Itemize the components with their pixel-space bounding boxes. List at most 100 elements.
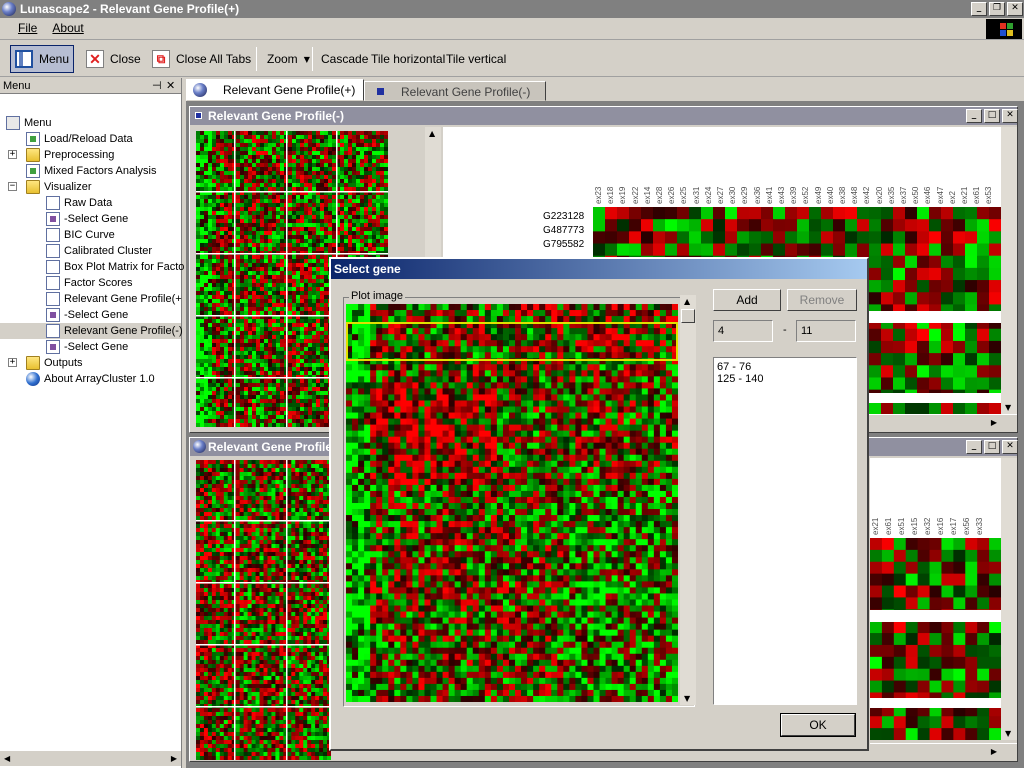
heatmap-cell	[255, 496, 261, 501]
heatmap-cell	[227, 476, 233, 481]
scroll-right-icon[interactable]: ▶	[171, 754, 177, 763]
heatmap-cell	[239, 512, 245, 517]
tree-item[interactable]: Relevant Gene Profile(+	[46, 291, 182, 307]
menu-file[interactable]: File	[12, 18, 43, 38]
heatmap-cell	[304, 407, 309, 412]
mdi-maximize-button[interactable]: □	[984, 109, 1000, 123]
heatmap-cell	[296, 235, 301, 240]
heatmap-cell	[296, 131, 301, 136]
tree-item[interactable]: Menu	[6, 115, 52, 131]
menu-about[interactable]: About	[46, 18, 89, 38]
mdi-minimize-button[interactable]: _	[966, 109, 982, 123]
heatmap-cell	[296, 323, 301, 328]
collapse-icon[interactable]: −	[8, 182, 17, 191]
expand-icon[interactable]: +	[8, 358, 17, 367]
heatmap-cell	[304, 259, 309, 264]
heatmap-cell	[239, 480, 245, 485]
heatmap-cell	[311, 480, 316, 485]
heatmap-cell	[308, 287, 313, 292]
heatmap-cell	[288, 339, 293, 344]
tree-item[interactable]: -Select Gene	[46, 211, 128, 227]
heatmap-cell	[311, 504, 316, 509]
heatmap-cell	[296, 383, 301, 388]
heatmap-cell	[248, 367, 253, 372]
heatmap-cell	[315, 508, 320, 513]
tree-item[interactable]: + Preprocessing	[8, 147, 114, 163]
tree-item[interactable]: Calibrated Cluster	[46, 243, 152, 259]
heatmap-cell	[296, 395, 301, 400]
restore-button[interactable]: ❐	[989, 2, 1005, 16]
mdi-close-button[interactable]: ✕	[1002, 109, 1018, 123]
heatmap-cell	[208, 263, 213, 268]
heatmap-cell	[384, 179, 388, 184]
heatmap-cell	[304, 371, 309, 376]
menu-toggle-button[interactable]: Menu	[10, 45, 74, 73]
heatmap-cell	[332, 211, 337, 216]
tile-vertical-button[interactable]: Tile vertical	[442, 45, 510, 73]
heatmap-cell	[228, 215, 233, 220]
tree-item-label: Outputs	[44, 357, 83, 369]
heatmap-cell	[320, 343, 325, 348]
heatmap-cell	[231, 472, 237, 477]
heatmap-cell	[263, 480, 268, 485]
scroll-down-icon[interactable]: ▼	[1005, 403, 1011, 412]
expand-icon[interactable]: +	[8, 150, 17, 159]
heatmap-cell	[384, 171, 388, 176]
tree-item[interactable]: Load/Reload Data	[26, 131, 133, 147]
tree-item[interactable]: + Outputs	[8, 355, 83, 371]
heatmap-cell	[280, 359, 285, 364]
heatmap-cell	[204, 143, 209, 148]
mdi-minimize-button[interactable]: _	[966, 440, 982, 454]
heatmap-cell	[296, 291, 301, 296]
heatmap-cell	[316, 287, 321, 292]
tab-relevant-gene-profile-minus[interactable]: Relevant Gene Profile(-)	[364, 81, 546, 101]
heatmap-cell	[248, 203, 253, 208]
heatmap-cell	[316, 159, 321, 164]
heatmap-cell	[641, 243, 654, 257]
cascade-button[interactable]: Cascade	[317, 45, 372, 73]
tree-item[interactable]: Box Plot Matrix for Facto	[46, 259, 184, 275]
tree-item[interactable]: -Select Gene	[46, 339, 128, 355]
tree-item[interactable]: Factor Scores	[46, 275, 132, 291]
heatmap-cell	[219, 512, 225, 517]
tree-item[interactable]: BIC Curve	[46, 227, 115, 243]
heatmap-cell	[312, 339, 317, 344]
scroll-right-icon[interactable]: ▶	[991, 418, 997, 427]
pin-icon[interactable]: ⊣	[152, 78, 162, 94]
heatmap-cell	[292, 187, 297, 192]
zoom-dropdown[interactable]: Zoom ▼	[263, 45, 314, 73]
tree-item[interactable]: Raw Data	[46, 195, 112, 211]
heatmap-cell	[200, 327, 205, 332]
heatmap-cell	[965, 207, 978, 220]
tree-horizontal-scrollbar[interactable]: ◀ ▶	[0, 750, 181, 766]
tab-relevant-gene-profile-plus[interactable]: Relevant Gene Profile(+)	[186, 79, 364, 101]
heatmap-cell	[280, 383, 285, 388]
heatmap-cell	[203, 540, 209, 545]
scroll-left-icon[interactable]: ◀	[4, 754, 10, 763]
heatmap-cell	[268, 227, 273, 232]
heatmap-cell	[324, 327, 329, 332]
mdi-maximize-button[interactable]: □	[984, 440, 1000, 454]
top-right-vscroll[interactable]: ▼	[1001, 127, 1017, 414]
heatmap-cell	[316, 135, 321, 140]
tile-horizontal-button[interactable]: Tile horizontal	[367, 45, 449, 73]
heatmap-cell	[295, 484, 300, 489]
folder-icon	[26, 148, 40, 162]
scroll-up-icon[interactable]: ▲	[429, 129, 435, 138]
heatmap-cell	[299, 460, 304, 465]
heatmap-cell	[348, 247, 353, 252]
tree-item[interactable]: − Visualizer	[8, 179, 92, 195]
tree-item[interactable]: Relevant Gene Profile(-)	[0, 323, 183, 339]
heatmap-cell	[312, 343, 317, 348]
close-all-tabs-button[interactable]: ⧉ Close All Tabs	[148, 45, 255, 73]
tree-item[interactable]: About ArrayCluster 1.0	[26, 371, 155, 387]
tree-item[interactable]: -Select Gene	[46, 307, 128, 323]
panel-close-icon[interactable]: ✕	[166, 78, 175, 94]
tree-item[interactable]: Mixed Factors Analysis	[26, 163, 156, 179]
heatmap-cell	[212, 295, 217, 300]
minimize-button[interactable]: _	[971, 2, 987, 16]
heatmap-cell	[224, 203, 229, 208]
close-window-button[interactable]: ✕	[1007, 2, 1023, 16]
close-tab-button[interactable]: ✕ Close	[82, 45, 145, 73]
mdi-close-button[interactable]: ✕	[1002, 440, 1018, 454]
